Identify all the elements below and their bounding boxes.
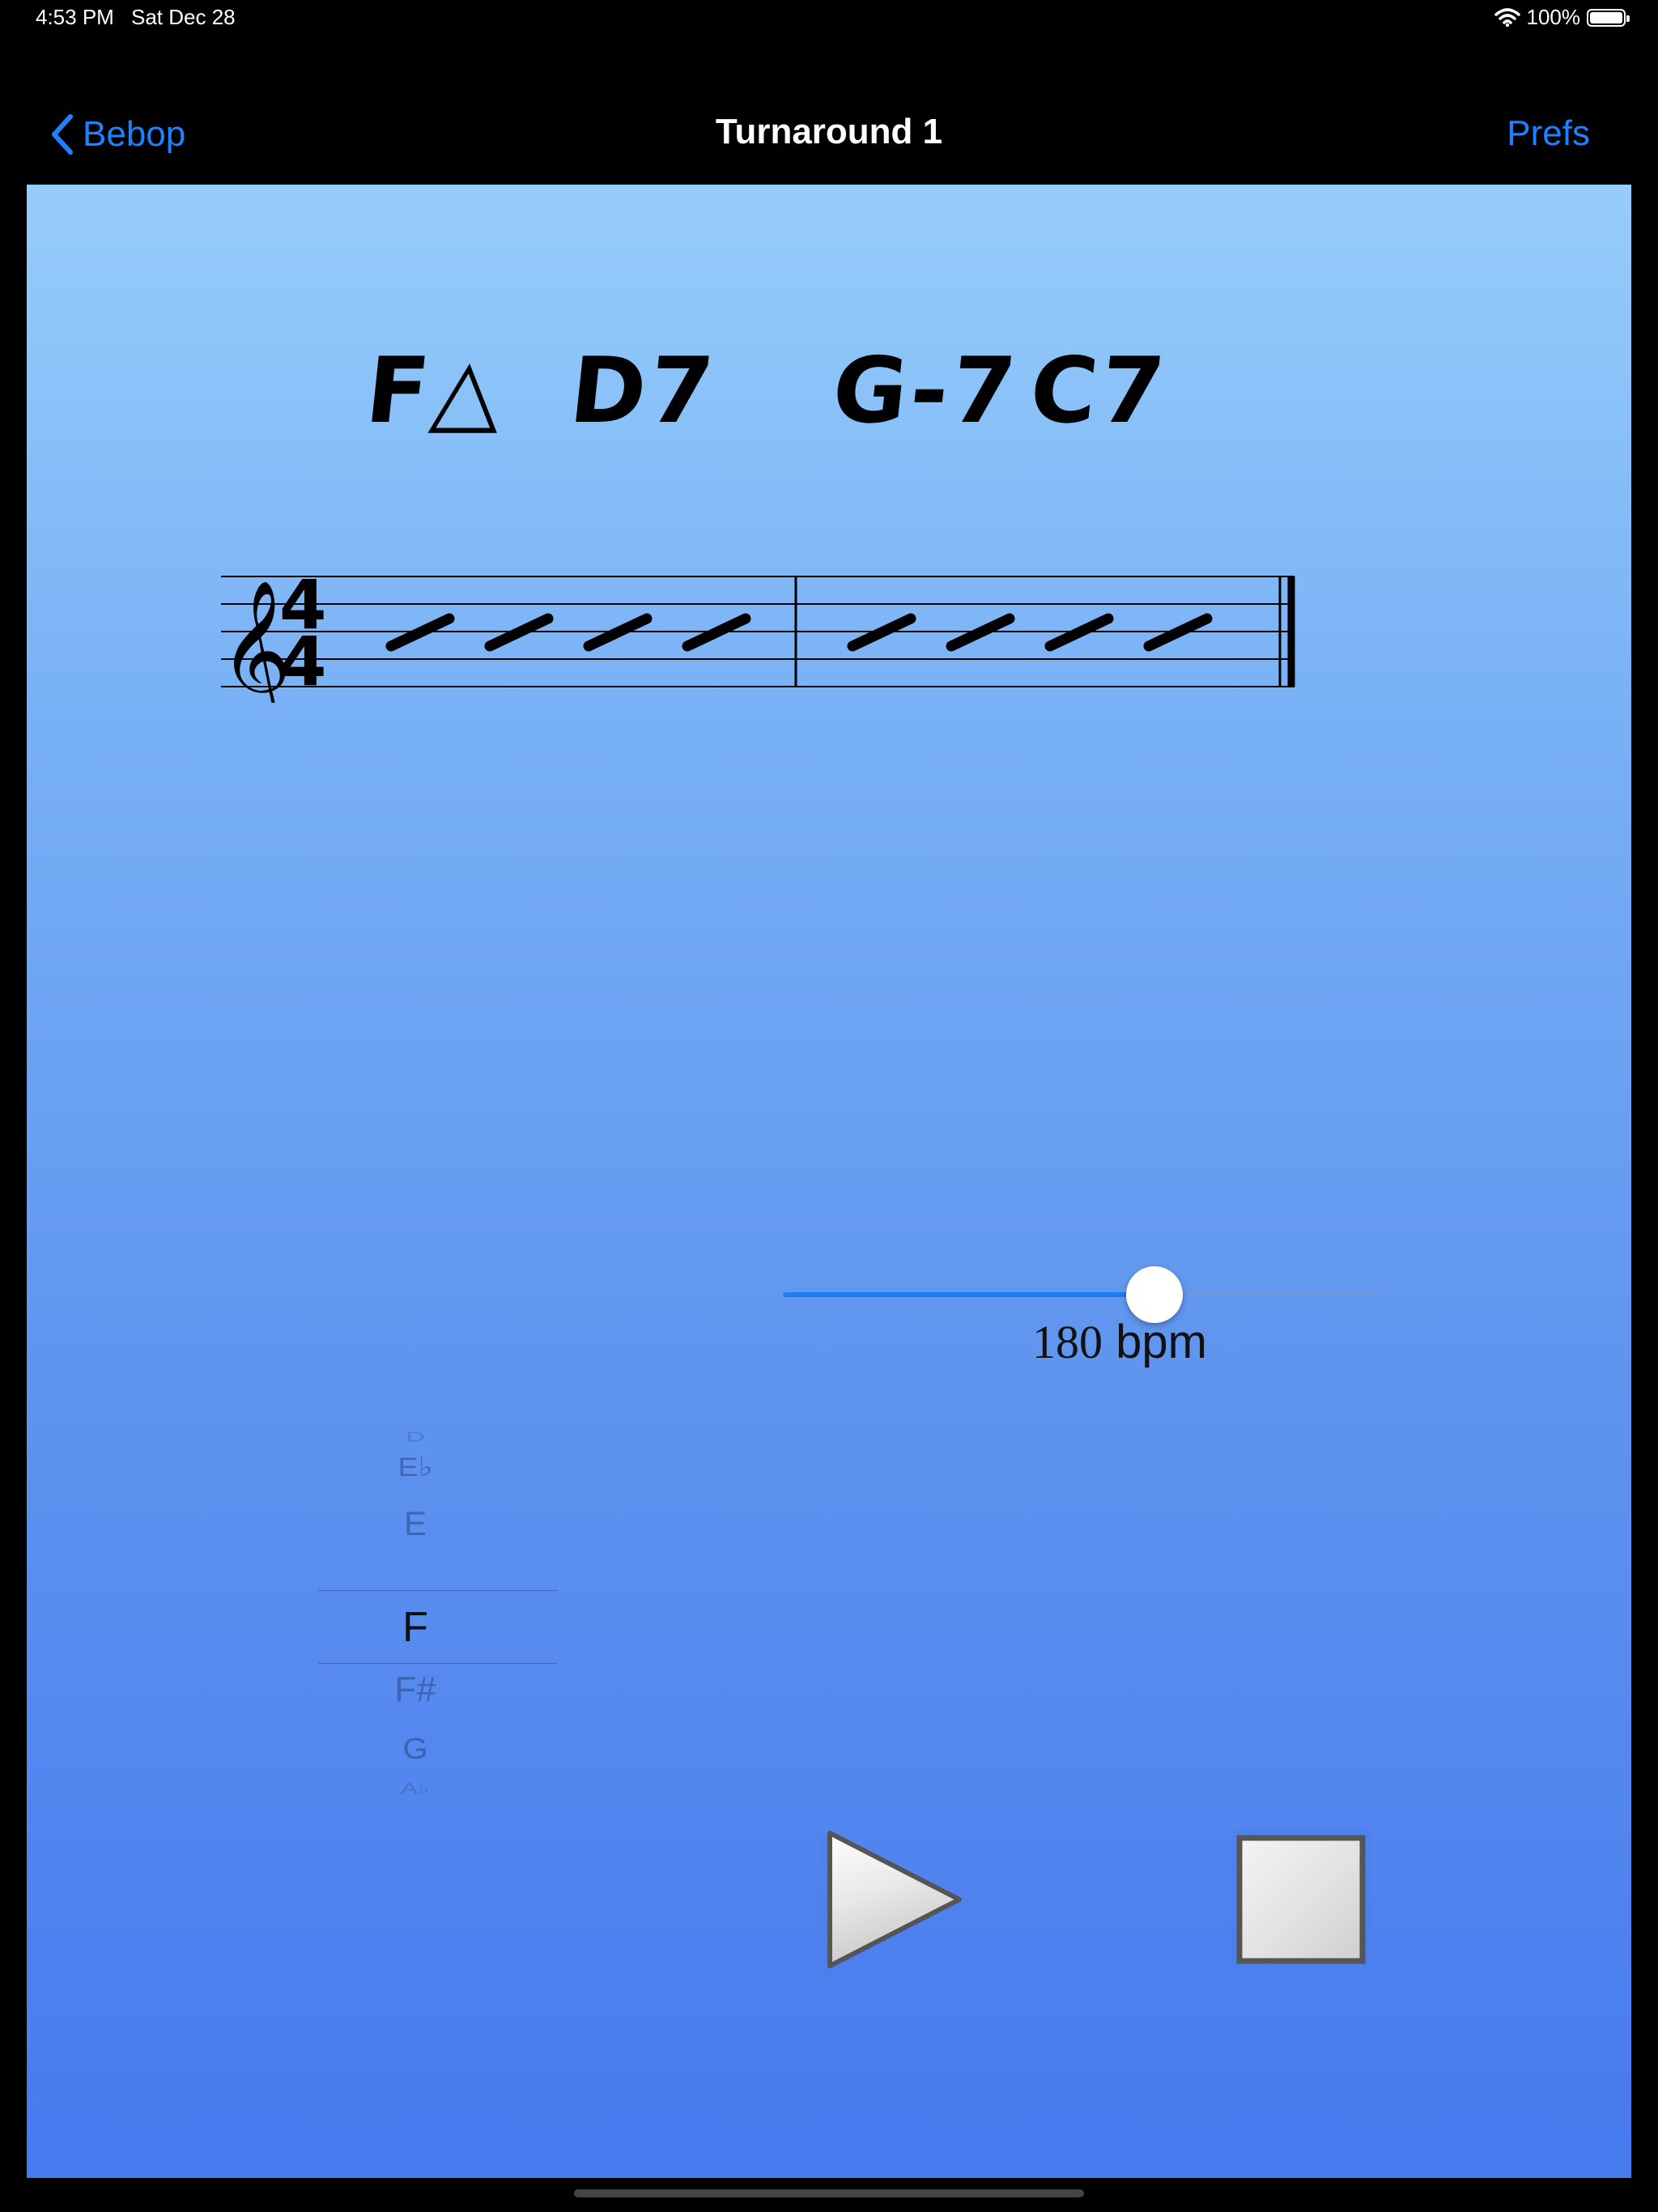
tempo-value: 180 (1032, 1316, 1103, 1368)
picker-item[interactable]: F# (294, 1670, 537, 1710)
picker-item-clipped (294, 1415, 537, 1419)
chord-symbol-2: D7 (565, 338, 721, 444)
stop-button[interactable] (1230, 1828, 1372, 1971)
staff-lines (221, 576, 1295, 687)
status-time: 4:53 PM (36, 5, 114, 29)
picker-item[interactable]: E♭ (294, 1452, 537, 1482)
battery-percent: 100% (1526, 5, 1581, 29)
picker-item-selected[interactable]: F (294, 1603, 537, 1652)
home-indicator (574, 2189, 1084, 2197)
chord-symbol-4: C7 (1025, 338, 1172, 444)
picker-selection-bottom-line (318, 1663, 558, 1664)
time-signature-bottom: 4 (279, 622, 326, 701)
tempo-readout: 180 bpm (998, 1315, 1241, 1369)
play-icon (822, 1831, 963, 1976)
status-date: Sat Dec 28 (131, 5, 236, 29)
key-picker[interactable]: D E♭ E F F# G A♭ (294, 1415, 558, 1836)
slider-fill (783, 1292, 1154, 1297)
prefs-button[interactable]: Prefs (1507, 113, 1590, 154)
picker-item[interactable]: G (294, 1733, 537, 1766)
chord-symbol-3: G-7 (827, 338, 1024, 444)
page-title: Turnaround 1 (715, 112, 943, 151)
status-bar: 4:53 PM Sat Dec 28 100% (0, 0, 1658, 32)
tempo-unit: bpm (1116, 1316, 1207, 1368)
picker-item[interactable]: D (294, 1428, 537, 1444)
music-staff: 𝄞 4 4 (219, 565, 1295, 703)
play-button[interactable] (812, 1822, 974, 1984)
picker-item[interactable]: A♭ (294, 1780, 537, 1798)
picker-item[interactable]: E (294, 1504, 537, 1543)
wifi-icon (1494, 7, 1520, 27)
picker-selection-top-line (318, 1590, 558, 1591)
practice-area: F△ D7 G-7 C7 𝄞 4 4 180 bpm D E♭ E F F# G… (27, 185, 1631, 2178)
status-indicators: 100% (1494, 5, 1630, 30)
navigation-bar: Bebop Turnaround 1 Prefs (0, 97, 1658, 170)
stop-icon (1231, 1830, 1371, 1969)
chord-symbol-1: F△ (361, 338, 511, 444)
battery-icon (1587, 8, 1630, 27)
